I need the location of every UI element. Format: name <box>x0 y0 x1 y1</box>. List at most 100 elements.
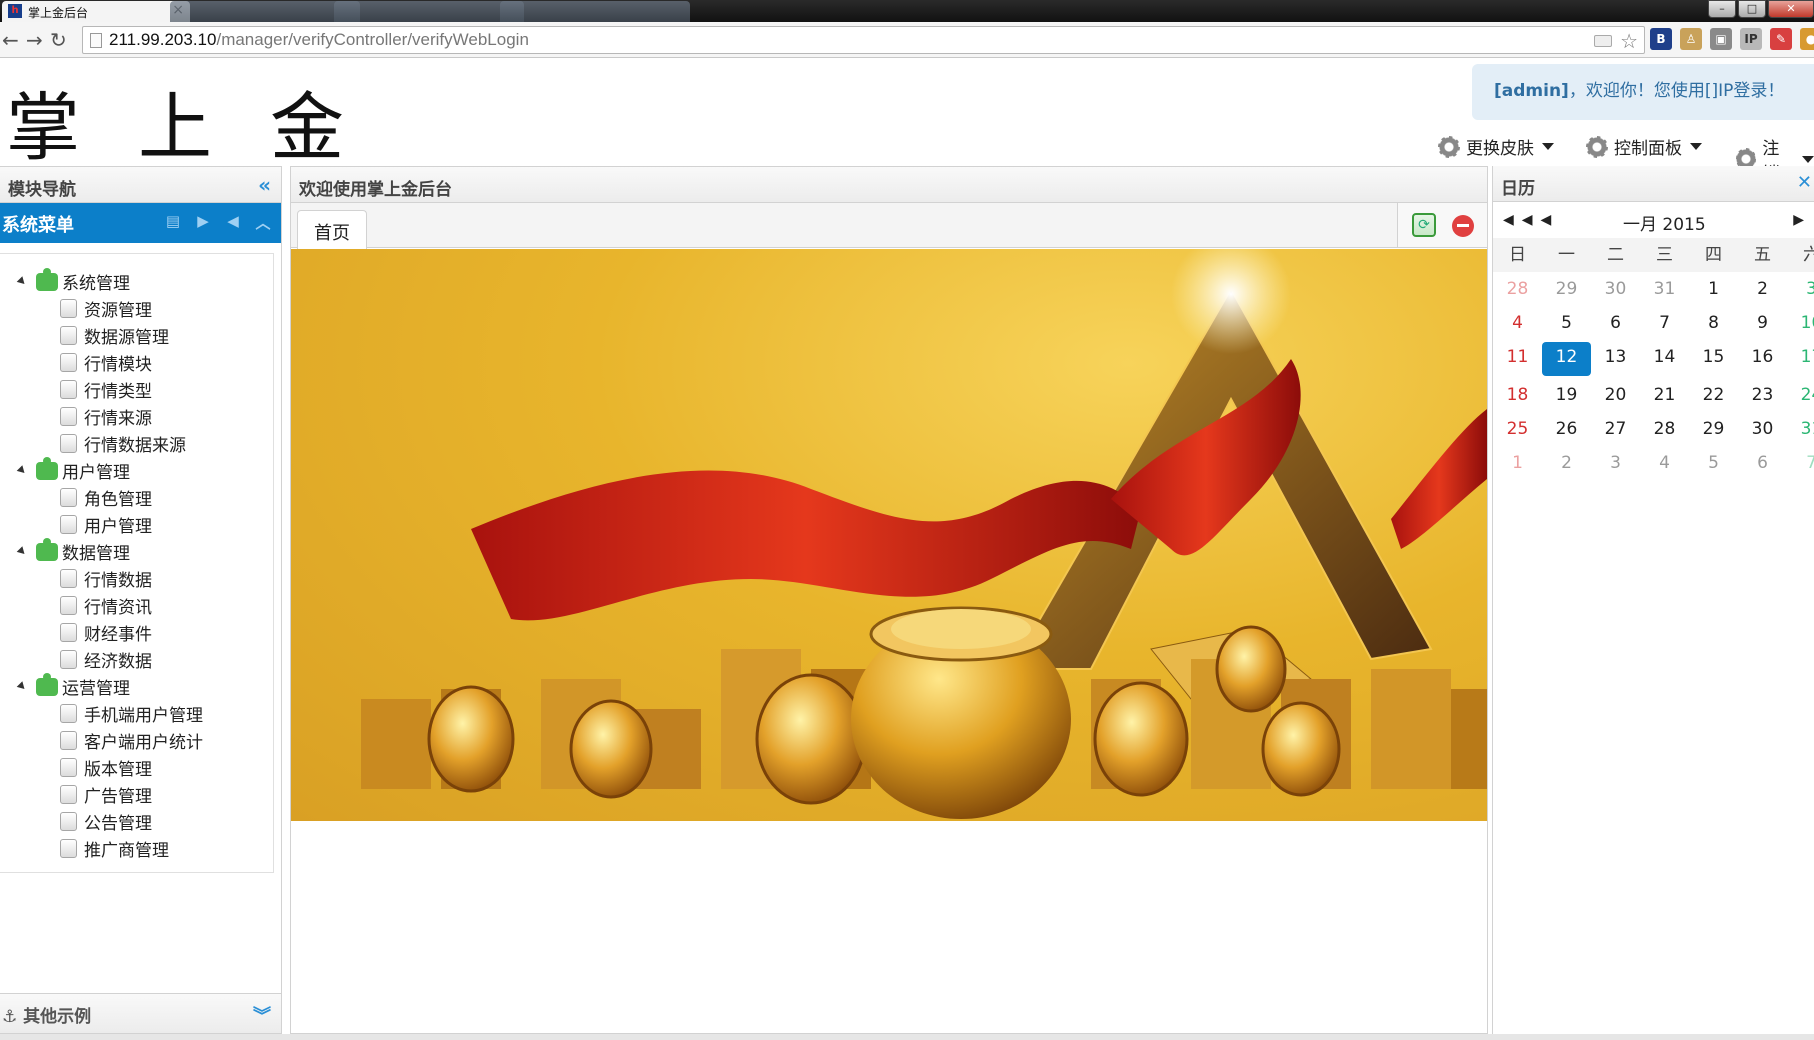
tree-item[interactable]: 行情资讯 <box>18 592 273 619</box>
system-menu-header[interactable]: 系统菜单 ▤ ▶ ◀ ︿ <box>0 203 281 243</box>
calendar-day[interactable]: 13 <box>1591 340 1640 374</box>
extension-b-icon[interactable]: B <box>1650 28 1672 50</box>
tree-group[interactable]: 系统管理 <box>16 267 273 295</box>
tree-item[interactable]: 行情数据 <box>18 565 273 592</box>
calendar-day[interactable]: 29 <box>1689 412 1738 446</box>
calendar-day[interactable]: 9 <box>1738 306 1787 340</box>
calendar-day[interactable]: 22 <box>1689 378 1738 412</box>
browser-tab[interactable] <box>170 1 360 22</box>
calendar-day[interactable]: 4 <box>1640 446 1689 480</box>
calendar-day[interactable]: 5 <box>1689 446 1738 480</box>
extension-window-icon[interactable]: ▣ <box>1710 28 1732 50</box>
calendar-day[interactable]: 6 <box>1591 306 1640 340</box>
expand-triangle-icon[interactable] <box>16 546 28 557</box>
tree-group[interactable]: 用户管理 <box>16 456 273 484</box>
calendar-day[interactable]: 18 <box>1493 378 1542 412</box>
chevron-double-down-icon[interactable]: ︾ <box>253 1002 271 1028</box>
calendar-day[interactable]: 8 <box>1689 306 1738 340</box>
calendar-day[interactable]: 26 <box>1542 412 1591 446</box>
calendar-day[interactable]: 11 <box>1493 340 1542 374</box>
calendar-day[interactable]: 3 <box>1787 272 1814 306</box>
calendar-day[interactable]: 2 <box>1738 272 1787 306</box>
calendar-day[interactable]: 30 <box>1738 412 1787 446</box>
calendar-month-label[interactable]: 一月 2015 <box>1623 210 1706 235</box>
maximize-icon[interactable]: □ <box>1738 0 1766 18</box>
calendar-day[interactable]: 2 <box>1542 446 1591 480</box>
calendar-day[interactable]: 23 <box>1738 378 1787 412</box>
calendar-day[interactable]: 15 <box>1689 340 1738 374</box>
prev-year-icon[interactable]: ◀◀ <box>1503 212 1541 228</box>
calendar-day[interactable]: 24 <box>1787 378 1814 412</box>
extension-tools-icon[interactable]: ✎ <box>1770 28 1792 50</box>
browser-tab[interactable] <box>334 1 524 22</box>
expand-triangle-icon[interactable] <box>16 465 28 476</box>
extension-ip-icon[interactable]: IP <box>1740 28 1762 50</box>
browser-tab[interactable] <box>500 1 690 22</box>
tree-item[interactable]: 版本管理 <box>18 754 273 781</box>
calendar-day[interactable]: 1 <box>1689 272 1738 306</box>
address-bar[interactable]: 211.99.203.10/manager/verifyController/v… <box>82 26 1645 54</box>
prev-month-icon[interactable]: ◀ <box>1541 212 1560 228</box>
tree-item[interactable]: 客户端用户统计 <box>18 727 273 754</box>
calendar-day[interactable]: 14 <box>1640 340 1689 374</box>
tree-item[interactable]: 推广商管理 <box>18 835 273 862</box>
forward-arrow-icon[interactable]: → <box>26 28 43 52</box>
minimize-icon[interactable]: – <box>1708 0 1736 18</box>
tree-group[interactable]: 运营管理 <box>16 672 273 700</box>
control-panel-menu[interactable]: 控制面板 <box>1586 134 1702 159</box>
tree-item[interactable]: 行情类型 <box>18 376 273 403</box>
calendar-day[interactable]: 27 <box>1591 412 1640 446</box>
extension-cookie-icon[interactable]: ● <box>1800 28 1814 50</box>
calendar-day[interactable]: 3 <box>1591 446 1640 480</box>
calendar-day[interactable]: 31 <box>1640 272 1689 306</box>
calendar-day[interactable]: 5 <box>1542 306 1591 340</box>
calendar-day[interactable]: 17 <box>1787 340 1814 374</box>
calendar-day[interactable]: 29 <box>1542 272 1591 306</box>
next-month-icon[interactable]: ▶ <box>1793 212 1804 228</box>
tree-item[interactable]: 资源管理 <box>18 295 273 322</box>
tree-group[interactable]: 数据管理 <box>16 537 273 565</box>
calendar-day[interactable]: 31 <box>1787 412 1814 446</box>
tree-item[interactable]: 行情模块 <box>18 349 273 376</box>
tree-item[interactable]: 数据源管理 <box>18 322 273 349</box>
extension-people-icon[interactable]: ♙ <box>1680 28 1702 50</box>
window-close-icon[interactable]: ✕ <box>1768 0 1814 18</box>
calendar-day[interactable]: 7 <box>1787 446 1814 480</box>
calendar-day[interactable]: 6 <box>1738 446 1787 480</box>
calendar-day[interactable]: 21 <box>1640 378 1689 412</box>
tree-item[interactable]: 手机端用户管理 <box>18 700 273 727</box>
calendar-day-today[interactable]: 12 <box>1542 342 1591 376</box>
calendar-day[interactable]: 4 <box>1493 306 1542 340</box>
tree-item[interactable]: 用户管理 <box>18 511 273 538</box>
database-icon[interactable]: ▤ <box>163 212 183 232</box>
card-icon[interactable] <box>1594 35 1612 47</box>
calendar-day[interactable]: 28 <box>1493 272 1542 306</box>
bookmark-star-icon[interactable]: ☆ <box>1620 29 1638 54</box>
calendar-day[interactable]: 28 <box>1640 412 1689 446</box>
expand-triangle-icon[interactable] <box>16 681 28 692</box>
browser-tab-active[interactable]: h 掌上金后台 × <box>2 1 190 22</box>
calendar-day[interactable]: 19 <box>1542 378 1591 412</box>
close-icon[interactable]: ✕ <box>1797 172 1812 193</box>
calendar-day[interactable]: 10 <box>1787 306 1814 340</box>
calendar-day[interactable]: 30 <box>1591 272 1640 306</box>
tab-home[interactable]: 首页 <box>297 210 367 249</box>
calendar-day[interactable]: 7 <box>1640 306 1689 340</box>
tree-item[interactable]: 行情来源 <box>18 403 273 430</box>
collapse-left-icon[interactable]: « <box>258 173 271 197</box>
chevron-up-icon[interactable]: ︿ <box>253 212 273 232</box>
calendar-day[interactable]: 20 <box>1591 378 1640 412</box>
arrow-right-icon[interactable]: ▶ <box>193 212 213 232</box>
tree-item[interactable]: 广告管理 <box>18 781 273 808</box>
reload-icon[interactable]: ↻ <box>50 28 67 52</box>
tree-item[interactable]: 财经事件 <box>18 619 273 646</box>
close-tab-icon[interactable] <box>1452 215 1474 237</box>
calendar-day[interactable]: 16 <box>1738 340 1787 374</box>
tree-item[interactable]: 公告管理 <box>18 808 273 835</box>
refresh-tab-icon[interactable]: ⟳ <box>1412 213 1436 237</box>
calendar-day[interactable]: 25 <box>1493 412 1542 446</box>
back-arrow-icon[interactable]: ← <box>2 28 19 52</box>
change-skin-menu[interactable]: 更换皮肤 <box>1438 134 1554 159</box>
tree-item[interactable]: 行情数据来源 <box>18 430 273 457</box>
arrow-left-icon[interactable]: ◀ <box>223 212 243 232</box>
